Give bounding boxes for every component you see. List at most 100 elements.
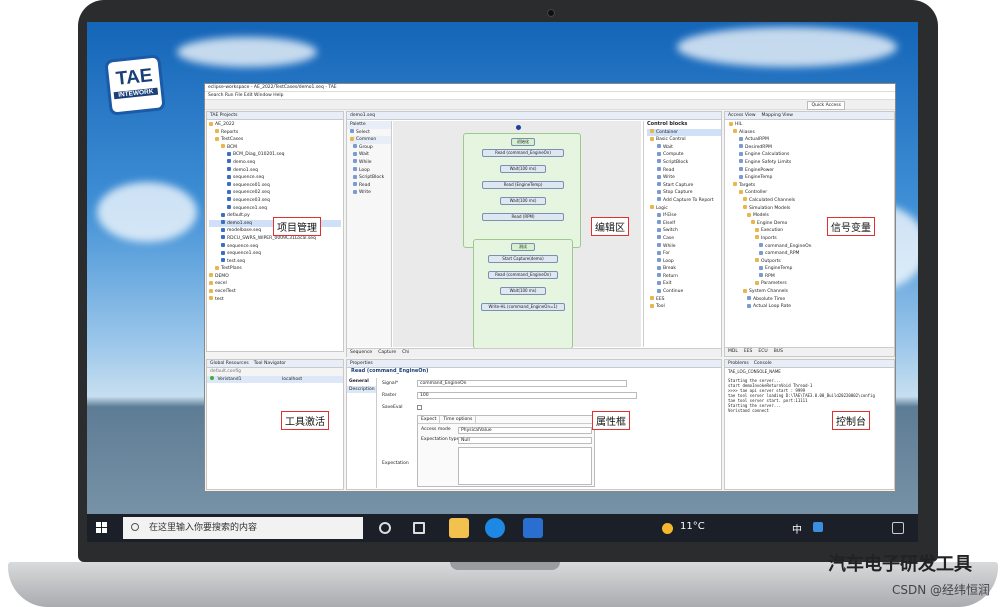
- access-tab[interactable]: Access View: [728, 112, 756, 119]
- raster-input[interactable]: 100: [417, 392, 637, 399]
- signal-tree-item[interactable]: DesiredRPM: [729, 144, 890, 152]
- project-tree[interactable]: AE_2022 Reports TestCases BCM BCM_Diag_01020…: [207, 120, 343, 304]
- control-block-item[interactable]: Loop: [647, 258, 721, 266]
- tae-app-icon[interactable]: [523, 518, 543, 538]
- control-block-item[interactable]: While: [647, 243, 721, 251]
- access-tab[interactable]: Mapping View: [762, 112, 793, 119]
- palette-item[interactable]: Common: [350, 136, 391, 144]
- flow-block[interactable]: Read (RPM): [482, 213, 564, 221]
- control-block-item[interactable]: Container: [647, 128, 721, 137]
- signal-tree-item[interactable]: Simulation Models: [729, 205, 890, 213]
- signal-tree-item[interactable]: RPM: [729, 273, 890, 281]
- editor-tab[interactable]: demo1.seq: [347, 112, 721, 120]
- control-block-item[interactable]: Write: [647, 174, 721, 182]
- palette-item[interactable]: While: [350, 159, 391, 167]
- control-block-item[interactable]: Stop Capture: [647, 189, 721, 197]
- flow-block[interactable]: Wait(100 ms): [500, 165, 546, 173]
- control-block-item[interactable]: ElseIf: [647, 220, 721, 228]
- control-block-item[interactable]: For: [647, 250, 721, 258]
- editor-bottom-tab[interactable]: Sequence: [350, 349, 372, 357]
- access-bottom-tab[interactable]: MDL: [728, 348, 738, 356]
- project-tree-item[interactable]: sequence1.seq: [209, 205, 341, 213]
- control-block-item[interactable]: Read: [647, 167, 721, 175]
- console-tab[interactable]: Console: [754, 360, 772, 367]
- signal-tree[interactable]: HIL Aliases ActualRPM DesiredRPM Engine Calc…: [725, 120, 894, 312]
- console-tab[interactable]: Problems: [728, 360, 749, 367]
- taskbar-search[interactable]: 在这里输入你要搜索的内容: [123, 517, 363, 539]
- control-block-item[interactable]: Add Capture To Report: [647, 197, 721, 205]
- palette-item[interactable]: Select: [350, 129, 391, 137]
- project-tree-item[interactable]: DEMO: [209, 273, 341, 281]
- flow-block[interactable]: Wait(100 ms): [500, 197, 546, 205]
- project-tree-item[interactable]: BCM: [209, 144, 341, 152]
- tool-row[interactable]: Veristand1 localhost: [207, 375, 343, 384]
- project-tree-item[interactable]: RDCU_SWRS_WIPER_0009C31Local.seq: [209, 235, 341, 243]
- access-bottom-tabs[interactable]: MDL EES ECU BUS: [725, 347, 894, 356]
- control-block-item[interactable]: Continue: [647, 288, 721, 296]
- signal-tree-item[interactable]: Controller: [729, 189, 890, 197]
- project-tree-item[interactable]: AE_2022: [209, 121, 341, 129]
- edge-icon[interactable]: [485, 518, 505, 538]
- access-tabs[interactable]: Access View Mapping View: [725, 112, 894, 120]
- control-block-item[interactable]: Tool: [647, 303, 721, 311]
- signal-tree-item[interactable]: HIL: [729, 121, 890, 129]
- project-tree-item[interactable]: sequence03.seq: [209, 197, 341, 205]
- signal-tree-item[interactable]: Targets: [729, 182, 890, 190]
- input-language[interactable]: 中: [792, 521, 802, 536]
- control-block-item[interactable]: Start Capture: [647, 182, 721, 190]
- flow-block[interactable]: Read (EngineTemp): [482, 181, 564, 189]
- windows-start-icon[interactable]: [96, 522, 108, 534]
- signal-tree-item[interactable]: ActualRPM: [729, 136, 890, 144]
- project-tree-item[interactable]: sequence02.seq: [209, 189, 341, 197]
- control-block-item[interactable]: Switch: [647, 227, 721, 235]
- project-tree-item[interactable]: sequence1.seq: [209, 250, 341, 258]
- control-block-item[interactable]: Break: [647, 265, 721, 273]
- control-block-item[interactable]: Logic: [647, 205, 721, 213]
- console-tabs[interactable]: Problems Console: [725, 360, 894, 368]
- expectation-type-select[interactable]: Null: [458, 437, 592, 444]
- menu-bar[interactable]: Search Run File Edit Window Help: [205, 92, 895, 100]
- project-tree-item[interactable]: sequence01.seq: [209, 182, 341, 190]
- project-tree-item[interactable]: sequence.seq: [209, 243, 341, 251]
- signal-tree-item[interactable]: Calculated Channels: [729, 197, 890, 205]
- control-block-item[interactable]: Compute: [647, 151, 721, 159]
- palette-item[interactable]: Wait: [350, 151, 391, 159]
- global-tab[interactable]: Global Resources: [210, 360, 249, 367]
- project-tree-item[interactable]: excelTest: [209, 288, 341, 296]
- access-bottom-tab[interactable]: EES: [744, 348, 753, 356]
- control-block-item[interactable]: Basic Control: [647, 136, 721, 144]
- signal-tree-item[interactable]: command_EngineOn: [729, 243, 890, 251]
- signal-tree-item[interactable]: System Channels: [729, 288, 890, 296]
- tray-app-icon[interactable]: [813, 522, 823, 532]
- editor-bottom-tab[interactable]: Chi: [402, 349, 409, 357]
- signal-tree-item[interactable]: Actual Loop Rate: [729, 303, 890, 311]
- palette-item[interactable]: ScriptBlock: [350, 174, 391, 182]
- access-bottom-tab[interactable]: ECU: [758, 348, 767, 356]
- palette-item[interactable]: Read: [350, 182, 391, 190]
- flow-block[interactable]: Read (command_EngineOn): [488, 271, 558, 279]
- properties-tab[interactable]: Properties: [347, 360, 721, 368]
- project-tree-item[interactable]: demo1.seq: [209, 167, 341, 175]
- signal-tree-item[interactable]: Engine Calculations: [729, 151, 890, 159]
- signal-tree-item[interactable]: command_RPM: [729, 250, 890, 258]
- control-block-item[interactable]: ScriptBlock: [647, 159, 721, 167]
- access-mode-select[interactable]: PhysicalValue: [458, 427, 592, 434]
- control-block-item[interactable]: If-Else: [647, 212, 721, 220]
- signal-tree-item[interactable]: Aliases: [729, 129, 890, 137]
- project-tree-item[interactable]: BCM_Diag_010201.seq: [209, 151, 341, 159]
- control-block-item[interactable]: EES: [647, 296, 721, 304]
- project-tree-item[interactable]: Reports: [209, 129, 341, 137]
- signal-tree-item[interactable]: Parameters: [729, 280, 890, 288]
- saveval-checkbox[interactable]: [417, 405, 422, 410]
- property-subtab[interactable]: Time options: [440, 416, 477, 424]
- flow-block[interactable]: Start Capture(demo): [488, 255, 558, 263]
- control-block-item[interactable]: Wait: [647, 144, 721, 152]
- signal-tree-item[interactable]: Inports: [729, 235, 890, 243]
- side-description[interactable]: Description: [347, 385, 376, 394]
- signal-input[interactable]: command_EngineOn: [417, 380, 627, 387]
- project-tree-item[interactable]: TestPlans: [209, 265, 341, 273]
- notification-icon[interactable]: [892, 522, 904, 534]
- project-tree-item[interactable]: demo.seq: [209, 159, 341, 167]
- quick-access[interactable]: Quick Access: [807, 101, 845, 110]
- editor-bottom-tabs[interactable]: Sequence Capture Chi: [347, 348, 721, 357]
